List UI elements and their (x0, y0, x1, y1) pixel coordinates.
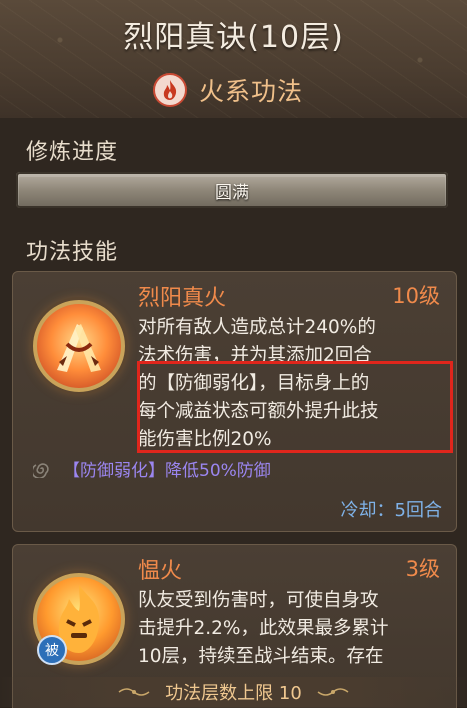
footer-bar: 功法层数上限 10 (0, 677, 467, 707)
passive-tag: 被 (37, 635, 67, 665)
effect-row[interactable]: 【防御弱化】降低50%防御 (33, 456, 271, 481)
skill-name: 愠火 (138, 559, 183, 584)
ornament-right-icon (317, 688, 349, 696)
footer-label: 功法层数上限 10 (165, 683, 302, 704)
element-badge: 火系功法 (153, 72, 303, 108)
fire-icon (153, 73, 187, 107)
description-line: 队友受到伤害时，可使自身攻 (138, 590, 379, 611)
cooldown-label: 冷却：5回合 (340, 500, 442, 521)
cultivation-progress-bar: 圆满 (16, 172, 448, 208)
skill-card[interactable]: 烈阳真火 10级 对所有敌人造成总计240%的 法术伤害，并为其添加2回合 的【… (12, 271, 457, 532)
page-title: 烈阳真诀(10层) (123, 20, 344, 55)
effect-text: 【防御弱化】降低50%防御 (63, 461, 271, 481)
skill-level: 3级 (405, 557, 440, 581)
cultivation-section-title: 修炼进度 (26, 140, 119, 165)
swirl-icon (33, 462, 49, 478)
highlight-annotation-box (137, 361, 453, 453)
skill-name: 烈阳真火 (138, 286, 227, 311)
skill-description: 队友受到伤害时，可使自身攻 击提升2.2%，此效果最多累计 10层，持续至战斗结… (138, 587, 443, 671)
skills-section-title: 功法技能 (26, 240, 119, 265)
element-label: 火系功法 (199, 77, 304, 106)
ornament-left-icon (118, 688, 150, 696)
progress-label: 圆满 (215, 182, 249, 203)
description-line: 击提升2.2%，此效果最多累计 (138, 618, 389, 639)
description-line: 对所有敌人造成总计240%的 (138, 317, 376, 338)
description-line: 10层，持续至战斗结束。存在 (138, 646, 384, 667)
skill-level: 10级 (392, 284, 440, 308)
fire-fists-icon (33, 300, 125, 392)
header: 烈阳真诀(10层) 火系功法 (0, 0, 467, 118)
